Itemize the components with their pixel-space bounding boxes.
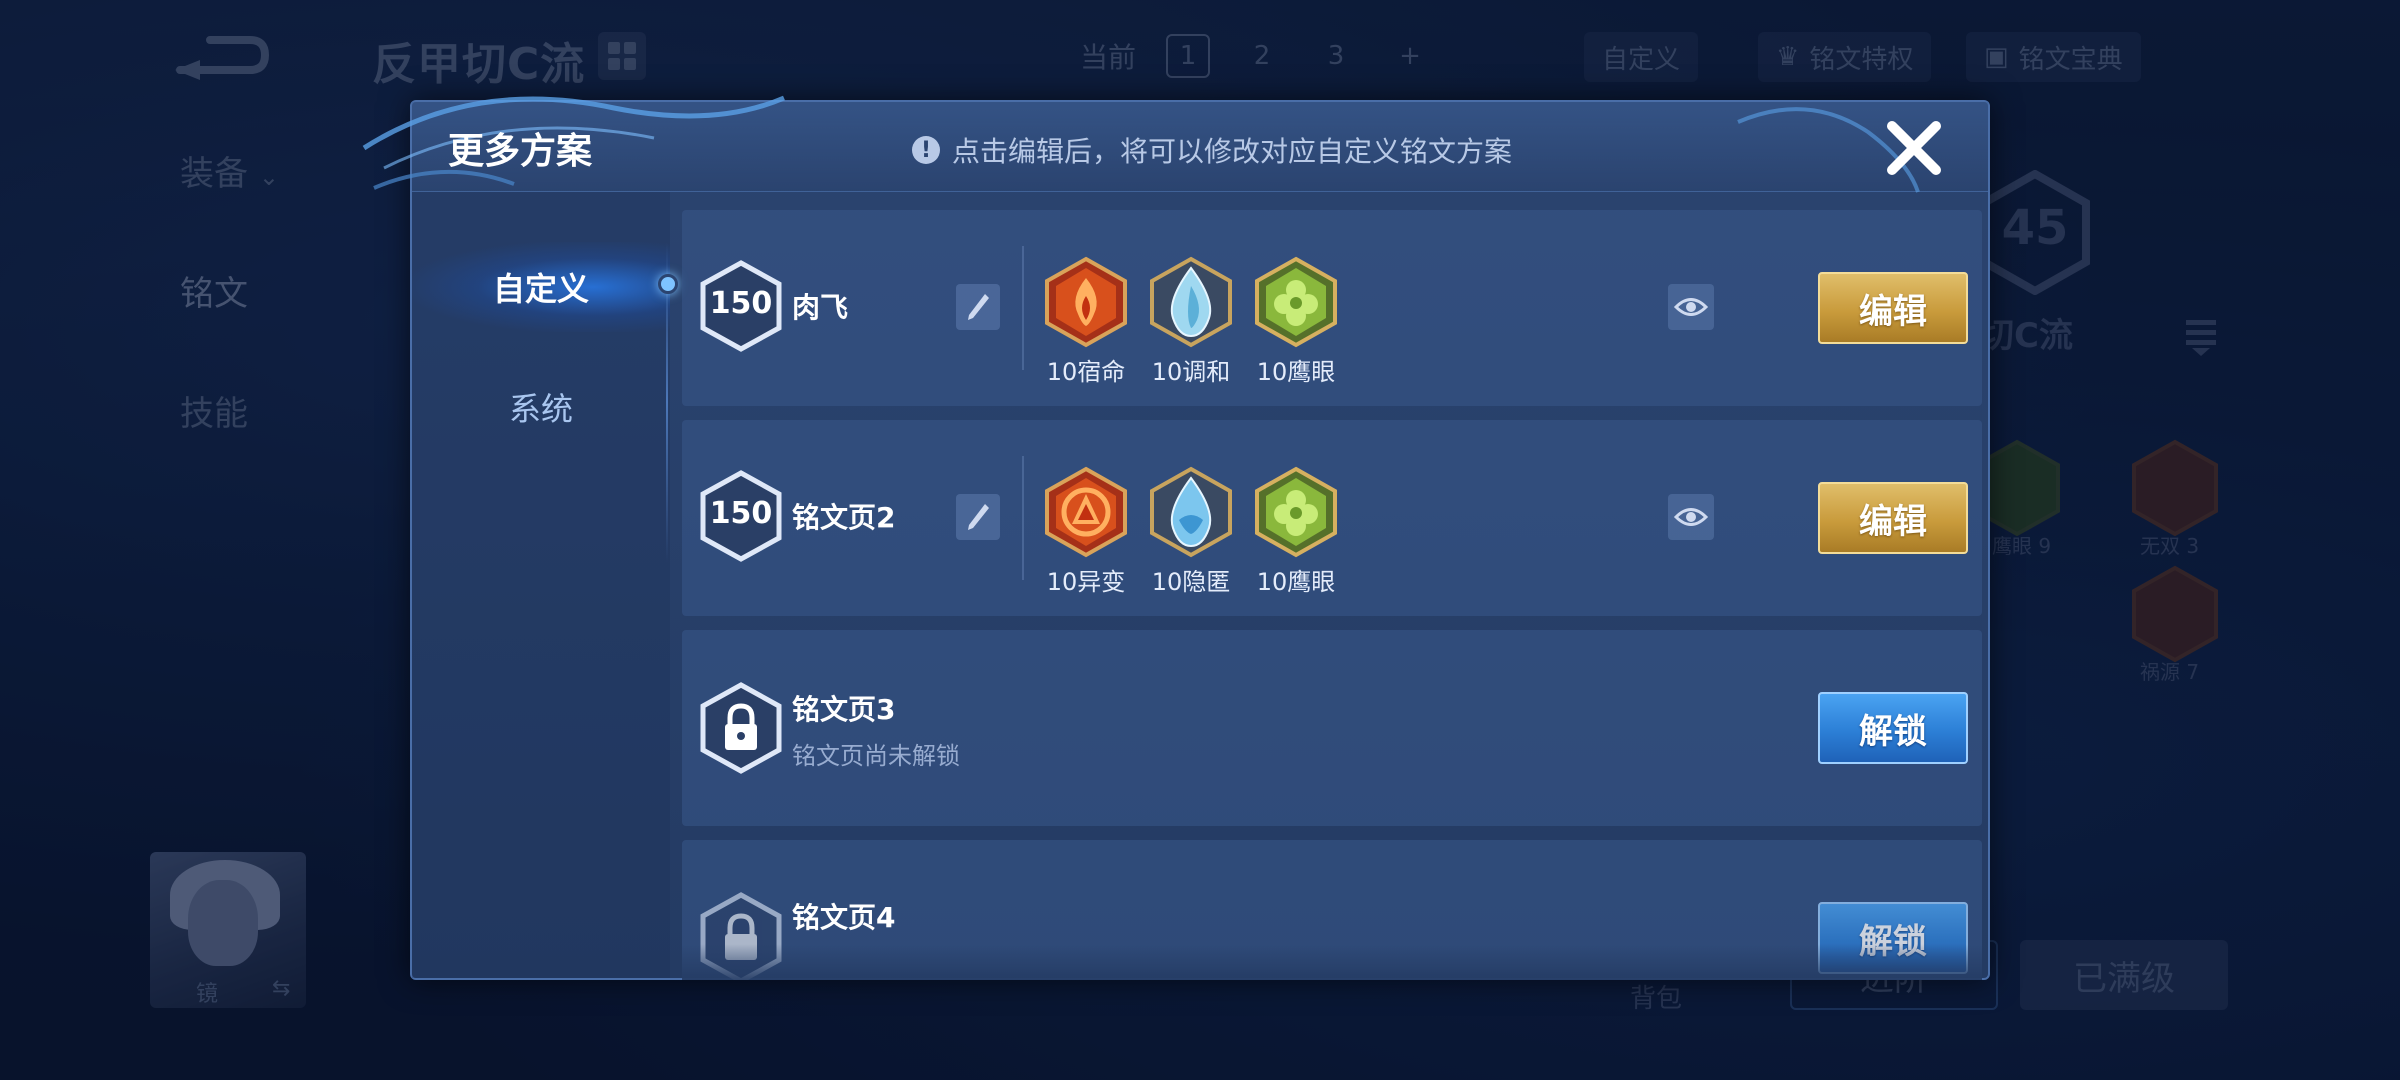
pencil-icon (968, 504, 989, 530)
notice: ! 点击编辑后，将可以修改对应自定义铭文方案 (912, 130, 1512, 170)
divider (1022, 246, 1024, 370)
modal-title: 更多方案 (448, 131, 593, 172)
tab-indicator (658, 274, 678, 294)
pencil-icon (968, 294, 989, 320)
inscription-label: 10调和 (1151, 358, 1231, 386)
inscription-page-row: 150 铭文页2 10异变 10隐匿 10鹰眼 编辑 (682, 420, 1982, 616)
unlock-button[interactable]: 解锁 (1818, 692, 1968, 764)
more-plans-modal: 更多方案 ! 点击编辑后，将可以修改对应自定义铭文方案 自定义 系统 150 肉… (362, 95, 1990, 980)
page-name: 铭文页2 (792, 501, 896, 534)
edit-button[interactable]: 编辑 (1818, 482, 1968, 554)
inscription-slot[interactable]: 10调和 (1147, 256, 1235, 387)
inscription-slot[interactable]: 10异变 (1042, 466, 1130, 597)
blue-drop-inscription-icon (1150, 256, 1232, 348)
inscription-slot[interactable]: 10鹰眼 (1252, 256, 1340, 387)
inscription-slot[interactable]: 10宿命 (1042, 256, 1130, 387)
page-level: 150 (709, 496, 773, 531)
locked-status: 铭文页尚未解锁 (792, 742, 960, 770)
divider (1022, 456, 1024, 580)
inscription-page-row-locked: 铭文页3 铭文页尚未解锁 解锁 (682, 630, 1982, 826)
inscription-slot[interactable]: 10鹰眼 (1252, 466, 1340, 597)
inscription-slot[interactable]: 10隐匿 (1147, 466, 1235, 597)
side-tabs: 自定义 系统 (412, 192, 670, 978)
page-name: 肉飞 (792, 291, 849, 324)
tab-custom[interactable]: 自定义 (412, 242, 670, 332)
inscription-label: 10隐匿 (1151, 568, 1231, 596)
preview-button[interactable] (1668, 284, 1714, 330)
inscription-label: 10鹰眼 (1256, 358, 1336, 386)
scroll-fade (682, 944, 1982, 980)
rename-button[interactable] (956, 284, 1000, 330)
blue-drop-inscription-icon (1150, 466, 1232, 558)
red-arrow-inscription-icon (1045, 466, 1127, 558)
inscription-label: 10异变 (1046, 568, 1126, 596)
eye-icon (1674, 508, 1708, 526)
rename-button[interactable] (956, 494, 1000, 540)
preview-button[interactable] (1668, 494, 1714, 540)
exclamation-icon: ! (912, 136, 940, 164)
red-flame-inscription-icon (1045, 256, 1127, 348)
close-icon[interactable] (1882, 116, 1946, 180)
inscription-page-row: 150 肉飞 10宿命 10调和 10鹰眼 编辑 (682, 210, 1982, 406)
green-clover-inscription-icon (1255, 466, 1337, 558)
inscription-label: 10鹰眼 (1256, 568, 1336, 596)
green-clover-inscription-icon (1255, 256, 1337, 348)
edit-button[interactable]: 编辑 (1818, 272, 1968, 344)
notice-text: 点击编辑后，将可以修改对应自定义铭文方案 (952, 135, 1513, 168)
page-name: 铭文页4 (792, 901, 896, 934)
inscription-label: 10宿命 (1046, 358, 1126, 386)
page-level: 150 (709, 286, 773, 321)
lock-icon (700, 682, 782, 774)
page-name: 铭文页3 (792, 693, 896, 726)
tab-system[interactable]: 系统 (412, 362, 670, 452)
eye-icon (1674, 298, 1708, 316)
